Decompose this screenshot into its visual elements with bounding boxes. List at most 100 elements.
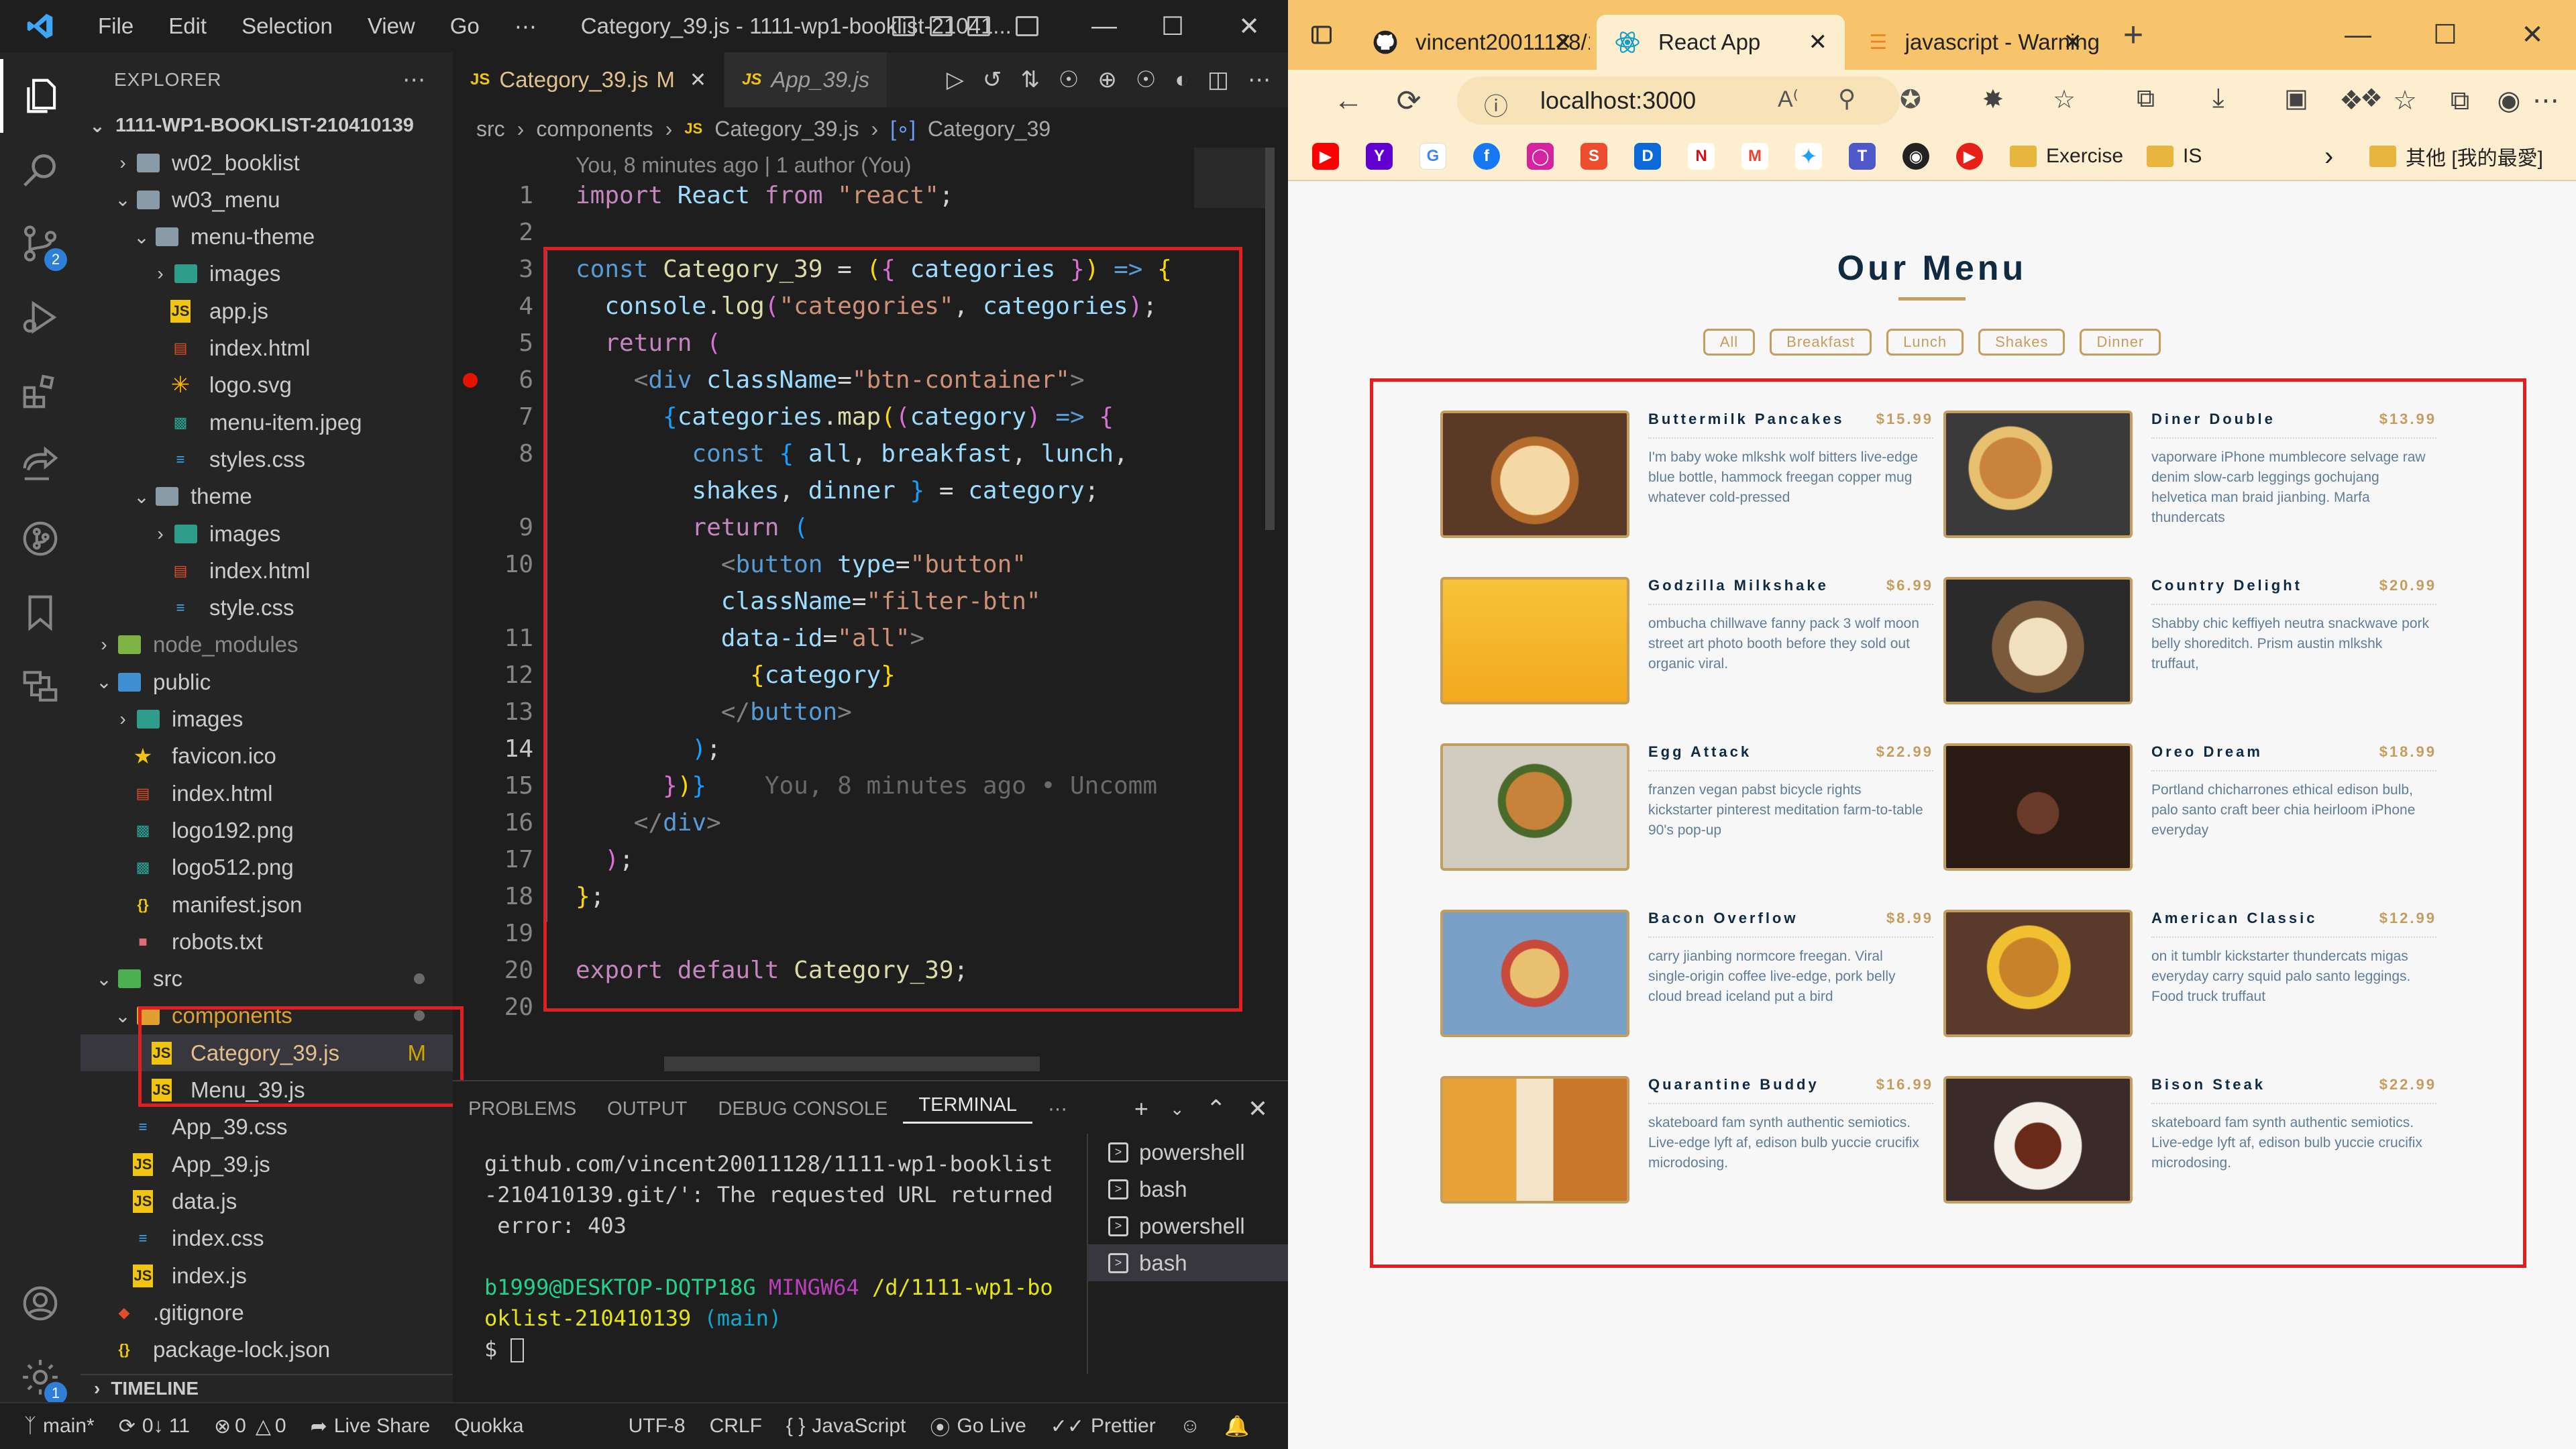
browser-close-button[interactable]: ✕ [2489,0,2576,70]
bookmark-yahoo[interactable]: Y [1366,131,1393,181]
browser-maximize-button[interactable]: ☐ [2402,0,2489,70]
menu-file[interactable]: File [80,13,151,39]
menu-selection[interactable]: Selection [224,13,350,39]
filter-lunch-button[interactable]: Lunch [1886,329,1964,356]
status-branch[interactable]: ᛉ main* [0,1415,107,1438]
explorer-more-icon[interactable]: ⋯ [402,66,426,93]
tab-debug-console[interactable]: DEBUG CONSOLE [702,1098,903,1120]
breadcrumb-symbol[interactable]: Category_39 [928,117,1051,142]
menu-edit[interactable]: Edit [151,13,224,39]
codelens-blame[interactable]: You, 8 minutes ago | 1 author (You) [576,150,912,180]
screenshot-icon[interactable]: ▣ [2284,83,2308,113]
tree-item[interactable]: › images [80,515,453,552]
tree-item[interactable]: {} package-lock.json [80,1332,453,1368]
account-icon[interactable] [0,1267,80,1340]
breadcrumb-file[interactable]: Category_39.js [714,117,859,142]
run-icon[interactable]: ▷ [947,66,964,93]
git-next-icon[interactable]: ☉ [1136,66,1156,93]
close-tab-icon[interactable]: ✕ [690,68,706,92]
tree-item[interactable]: ⌄ menu-theme [80,219,453,256]
new-terminal-icon[interactable]: + [1134,1095,1148,1123]
tree-item[interactable]: ▤ index.html [80,552,453,589]
tree-item[interactable]: ▩ logo512.png [80,849,453,886]
download-icon[interactable]: ⤓ [2212,83,2224,113]
menu-more[interactable]: ⋯ [497,13,554,40]
close-tab-icon[interactable]: ✕ [1554,29,1573,56]
tab-app-39[interactable]: JS App_39.js [724,52,888,107]
tree-item[interactable]: {} manifest.json [80,886,453,923]
tree-item[interactable]: ▤ index.html [80,775,453,812]
bookmark-facebook[interactable]: f [1473,131,1500,181]
maximize-button[interactable]: ☐ [1135,0,1210,52]
performance-icon[interactable]: ❖ [2360,83,2383,113]
tree-item[interactable]: ■ robots.txt [80,923,453,960]
status-sync[interactable]: ⟳ 0↓ 11 [107,1415,202,1438]
filter-dinner-button[interactable]: Dinner [2080,329,2161,356]
status-problems[interactable]: ⊗ 0 △ 0 [202,1415,299,1438]
browser-tab-github[interactable]: vincent20011128/1 ✕ [1355,15,1590,70]
bookmark-gmail[interactable]: M [1741,131,1768,181]
bookmark-red-app[interactable]: ▶ [1956,131,1983,181]
tree-item[interactable]: ≡ styles.css [80,441,453,478]
tree-item[interactable]: ◆ .gitignore [80,1294,453,1331]
toggle-sidebar-icon[interactable] [892,16,915,36]
browser-minimize-button[interactable]: — [2314,0,2402,70]
terminal-instance[interactable]: > powershell [1087,1134,1288,1171]
tree-item[interactable]: ⌄ theme [80,478,453,515]
tree-item[interactable]: JS data.js [80,1183,453,1220]
filter-all-button[interactable]: All [1703,329,1756,356]
tree-item[interactable]: ⌄ public [80,663,453,700]
status-language[interactable]: { } JavaScript [774,1415,918,1438]
tree-item[interactable]: ≡ index.css [80,1220,453,1257]
bookmark-folder-exercise[interactable]: Exercise [2010,131,2123,181]
run-debug-icon[interactable] [0,280,80,354]
favorites-bar-icon[interactable]: ☆ [2053,85,2076,115]
add-favorite-icon[interactable]: ✪ [1900,85,1921,115]
favorites-icon[interactable]: ☆ [2381,70,2428,131]
chevron-right-icon[interactable]: › [2324,131,2333,181]
browser-tab-stackoverflow[interactable]: ☰ javascript - Warning ✕ [1851,15,2100,70]
status-encoding[interactable]: UTF-8 [616,1415,698,1438]
bookmark-shopee[interactable]: S [1580,131,1607,181]
split-editor-icon[interactable]: ◫ [1208,66,1229,93]
tab-problems[interactable]: PROBLEMS [453,1098,592,1120]
bookmark-twitter[interactable]: ✦ [1795,131,1822,181]
toggle-secondary-sidebar-icon[interactable] [967,16,990,36]
terminal-instance[interactable]: > bash [1087,1171,1288,1208]
tree-item[interactable]: ▩ menu-item.jpeg [80,404,453,441]
git-previous-icon[interactable]: ☉ [1059,66,1079,93]
tree-item[interactable]: ▩ logo192.png [80,812,453,849]
bookmark-folder-is[interactable]: IS [2147,131,2202,181]
maximize-panel-icon[interactable]: ⌃ [1206,1095,1226,1123]
remote-explorer-icon[interactable] [0,649,80,723]
terminal-output[interactable]: github.com/vincent20011128/1111-wp1-book… [484,1148,1155,1364]
url-text[interactable]: localhost:3000 [1540,76,1696,125]
close-tab-icon[interactable]: ✕ [2063,29,2083,56]
tree-item[interactable]: › node_modules [80,627,453,663]
tree-item[interactable]: ≡ App_39.css [80,1109,453,1146]
filter-breakfast-button[interactable]: Breakfast [1770,329,1872,356]
close-panel-icon[interactable]: ✕ [1248,1095,1268,1123]
breakpoint-icon[interactable] [463,373,478,388]
feedback-icon[interactable]: ☺ [1168,1415,1213,1438]
panel-more-icon[interactable]: ⋯ [1032,1097,1083,1121]
tree-item[interactable]: › images [80,701,453,738]
tab-terminal[interactable]: TERMINAL [903,1094,1033,1124]
status-live-share[interactable]: ➦ Live Share [299,1415,443,1438]
bookmark-netflix[interactable]: N [1688,131,1715,181]
bookmark-github[interactable]: ◉ [1902,131,1929,181]
chevron-down-icon[interactable]: ⌄ [1170,1099,1185,1120]
more-actions-icon[interactable]: ⋯ [1248,66,1271,93]
close-tab-icon[interactable]: ✕ [1809,29,1828,56]
toggle-panel-icon[interactable] [930,16,953,36]
filter-shakes-button[interactable]: Shakes [1978,329,2065,356]
bookmark-teams[interactable]: T [1849,131,1876,181]
tree-item[interactable]: ≡ style.css [80,590,453,627]
bookmark-google[interactable]: G [1419,131,1446,181]
customize-layout-icon[interactable] [1016,16,1038,36]
browser-extension-icon[interactable]: ✸ [1982,85,2004,115]
source-control-icon[interactable]: 2 [0,207,80,280]
terminal-instance-active[interactable]: > bash [1087,1244,1288,1281]
minimize-button[interactable]: — [1067,0,1142,52]
back-arrow-icon[interactable]: ← [1322,70,1375,131]
